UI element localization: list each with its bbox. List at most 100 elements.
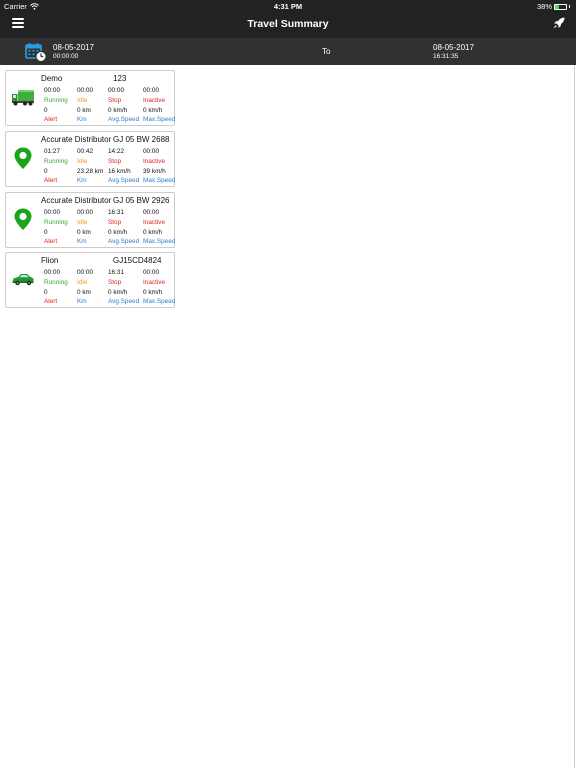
running-value: 00:00 <box>44 87 60 94</box>
battery-fill <box>555 4 560 9</box>
alert-value: 0 <box>44 168 48 175</box>
idle-value: 00:00 <box>77 269 93 276</box>
avg-speed-label: Avg.Speed <box>108 238 140 245</box>
running-label: Running <box>44 279 68 286</box>
inactive-label: Inactive <box>143 97 166 104</box>
inactive-label: Inactive <box>143 158 166 165</box>
running-label: Running <box>44 158 68 165</box>
km-label: Km <box>77 298 87 305</box>
inactive-value: 00:00 <box>143 148 159 155</box>
to-date: 08-05-2017 <box>433 43 474 52</box>
vehicle-card[interactable]: Demo 123 00:00 00:00 00:00 00:00 Running… <box>5 70 175 126</box>
clock: 4:31 PM <box>273 2 303 11</box>
map-pin-icon <box>14 208 32 230</box>
avg-speed-label: Avg.Speed <box>108 116 140 123</box>
max-speed-label: Max.Speed <box>143 116 176 123</box>
km-label: Km <box>77 238 87 245</box>
stop-value: 00:00 <box>108 87 124 94</box>
idle-label: Idle <box>77 279 88 286</box>
max-speed-label: Max.Speed <box>143 177 176 184</box>
km-value: 0 km <box>77 229 91 236</box>
vehicle-name: Flion <box>41 256 59 265</box>
idle-label: Idle <box>77 97 88 104</box>
km-label: Km <box>77 116 87 123</box>
running-value: 00:00 <box>44 209 60 216</box>
stop-value: 14:22 <box>108 148 124 155</box>
idle-value: 00:00 <box>77 209 93 216</box>
avg-speed-value: 0 km/h <box>108 289 128 296</box>
idle-label: Idle <box>77 219 88 226</box>
max-speed-value: 0 km/h <box>143 289 163 296</box>
status-bar: Carrier 4:31 PM 38% <box>0 0 576 12</box>
stop-value: 16:31 <box>108 209 124 216</box>
list-divider <box>574 65 575 768</box>
stop-label: Stop <box>108 279 122 286</box>
alert-value: 0 <box>44 289 48 296</box>
navigation-bar: Travel Summary <box>0 12 576 38</box>
to-label: To <box>322 47 331 56</box>
to-time: 16:31:35 <box>433 53 459 60</box>
inactive-label: Inactive <box>143 279 166 286</box>
running-label: Running <box>44 97 68 104</box>
avg-speed-label: Avg.Speed <box>108 177 140 184</box>
alert-value: 0 <box>44 229 48 236</box>
vehicle-plate: GJ 05 BW 2926 <box>113 196 170 205</box>
vehicle-plate: GJ 05 BW 2688 <box>113 135 170 144</box>
avg-speed-label: Avg.Speed <box>108 298 140 305</box>
alert-label: Alert <box>44 238 58 245</box>
green-truck-icon <box>12 90 34 106</box>
date-range-bar: 08-05-2017 00:00:00 To 08-05-2017 16:31:… <box>0 38 576 65</box>
vehicle-plate: 123 <box>113 74 127 83</box>
battery-percent: 38% <box>536 2 552 11</box>
running-label: Running <box>44 219 68 226</box>
running-value: 01:27 <box>44 148 60 155</box>
green-car-icon <box>12 274 34 286</box>
inactive-label: Inactive <box>143 219 166 226</box>
avg-speed-value: 0 km/h <box>108 229 128 236</box>
alert-label: Alert <box>44 116 58 123</box>
battery-tip <box>569 5 570 8</box>
vehicle-plate: GJ15CD4824 <box>113 256 162 265</box>
vehicle-name: Accurate Distributor <box>41 196 112 205</box>
alert-label: Alert <box>44 177 58 184</box>
battery-icon <box>554 3 567 10</box>
stop-label: Stop <box>108 219 122 226</box>
avg-speed-value: 0 km/h <box>108 107 128 114</box>
running-value: 00:00 <box>44 269 60 276</box>
from-date-picker[interactable]: 08-05-2017 00:00:00 <box>53 43 94 60</box>
rocket-icon[interactable] <box>552 16 566 30</box>
from-time: 00:00:00 <box>53 53 79 60</box>
inactive-value: 00:00 <box>143 269 159 276</box>
stop-label: Stop <box>108 158 122 165</box>
idle-value: 00:00 <box>77 87 93 94</box>
battery-indicator: 38% <box>537 2 570 11</box>
max-speed-label: Max.Speed <box>143 298 176 305</box>
inactive-value: 00:00 <box>143 209 159 216</box>
km-label: Km <box>77 177 87 184</box>
to-date-picker[interactable]: 08-05-2017 16:31:35 <box>433 43 474 60</box>
max-speed-value: 0 km/h <box>143 229 163 236</box>
km-value: 0 km <box>77 289 91 296</box>
calendar-clock-icon[interactable] <box>25 42 47 62</box>
idle-label: Idle <box>77 158 88 165</box>
stop-label: Stop <box>108 97 122 104</box>
vehicle-card[interactable]: Flion GJ15CD4824 00:00 00:00 16:31 00:00… <box>5 252 175 308</box>
km-value: 23.28 km <box>77 168 104 175</box>
vehicle-name: Demo <box>41 74 63 83</box>
inactive-value: 00:00 <box>143 87 159 94</box>
page-title: Travel Summary <box>247 18 329 30</box>
max-speed-value: 0 km/h <box>143 107 163 114</box>
max-speed-label: Max.Speed <box>143 238 176 245</box>
max-speed-value: 39 km/h <box>143 168 166 175</box>
alert-label: Alert <box>44 298 58 305</box>
vehicle-name: Accurate Distributor <box>41 135 112 144</box>
from-date: 08-05-2017 <box>53 43 94 52</box>
map-pin-icon <box>14 147 32 169</box>
idle-value: 00:42 <box>77 148 93 155</box>
km-value: 0 km <box>77 107 91 114</box>
vehicle-card[interactable]: Accurate Distributor GJ 05 BW 2688 01:27… <box>5 131 175 187</box>
stop-value: 16:31 <box>108 269 124 276</box>
alert-value: 0 <box>44 107 48 114</box>
vehicle-card[interactable]: Accurate Distributor GJ 05 BW 2926 00:00… <box>5 192 175 248</box>
avg-speed-value: 16 km/h <box>108 168 131 175</box>
